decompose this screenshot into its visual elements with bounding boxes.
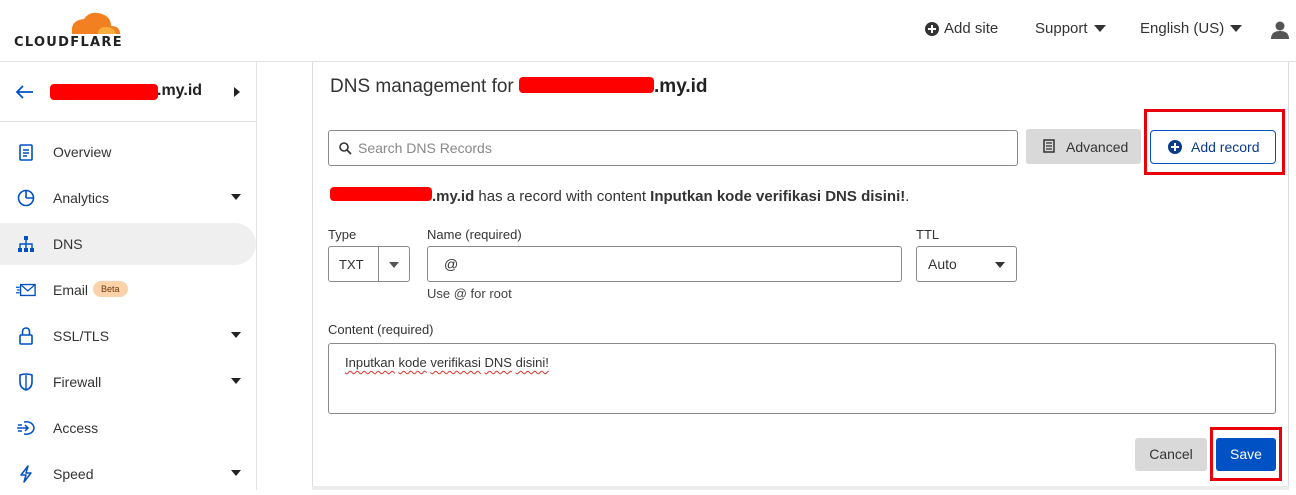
sidebar-item-label: Speed (53, 466, 94, 482)
sidebar-item-analytics[interactable]: Analytics (0, 177, 256, 219)
sidebar-item-label: Access (53, 420, 99, 436)
support-menu[interactable]: Support (1035, 20, 1106, 37)
network-icon (16, 234, 36, 254)
cloudflare-logo[interactable]: CLOUDFLARE (14, 8, 124, 52)
sidebar-item-label: Email (53, 282, 89, 298)
highlight-annotation (1144, 109, 1285, 175)
message-domain-suffix: .my.id (432, 188, 475, 205)
panel-bottom-edge (312, 486, 1289, 490)
type-label: Type (328, 227, 357, 242)
clipboard-icon (16, 142, 36, 162)
sidebar-item-overview[interactable]: Overview (0, 131, 256, 173)
redacted-domain (519, 76, 655, 94)
search-icon (339, 142, 352, 155)
logo-wordmark: CLOUDFLARE (14, 35, 123, 50)
sidebar: .my.id Overview Analytics DNS Email Beta (0, 62, 257, 490)
language-label: English (US) (1140, 20, 1225, 37)
chevron-right-icon (234, 87, 240, 97)
type-value: TXT (339, 257, 364, 272)
chevron-down-icon (231, 470, 241, 476)
name-label: Name (required) (427, 227, 522, 242)
user-icon[interactable] (1271, 21, 1289, 44)
name-field[interactable]: @ (427, 246, 902, 282)
zone-domain-suffix: .my.id (157, 82, 203, 99)
zone-selector[interactable]: .my.id (0, 62, 256, 122)
highlight-annotation (1210, 427, 1282, 481)
content-label: Content (required) (328, 322, 434, 337)
content-word: verifikasi (430, 355, 481, 370)
sidebar-item-label: Analytics (53, 190, 110, 206)
chevron-down-icon (231, 332, 241, 338)
sidebar-item-label: SSL/TLS (53, 328, 110, 344)
sidebar-item-firewall[interactable]: Firewall (0, 361, 256, 403)
add-site-label: Add site (944, 20, 999, 37)
chevron-down-icon (231, 194, 241, 200)
cloud-icon (71, 12, 120, 35)
shield-icon (16, 372, 36, 392)
sidebar-item-label: Firewall (53, 374, 102, 390)
redacted-domain (330, 187, 432, 203)
lock-icon (16, 326, 36, 346)
sidebar-item-email[interactable]: Email Beta (0, 269, 256, 311)
select-divider (378, 247, 379, 281)
sign-in-icon (16, 418, 36, 438)
sidebar-item-label: DNS (53, 236, 83, 252)
advanced-label: Advanced (1066, 138, 1129, 155)
message-middle: has a record with content (474, 188, 651, 205)
plus-circle-icon (925, 21, 939, 36)
pie-chart-icon (16, 188, 36, 208)
document-icon (1043, 139, 1055, 153)
dns-panel: DNS management for .my.id Search DNS Rec… (312, 62, 1289, 488)
cancel-button[interactable]: Cancel (1135, 438, 1207, 471)
message-content: Inputkan kode verifikasi DNS disini! (650, 188, 906, 205)
add-site-button[interactable]: Add site (925, 20, 998, 37)
content-word: kode (398, 355, 427, 370)
title-domain-suffix: .my.id (654, 76, 708, 97)
chevron-down-icon (1093, 25, 1106, 32)
sidebar-item-ssl-tls[interactable]: SSL/TLS (0, 315, 256, 357)
search-input[interactable]: Search DNS Records (328, 130, 1018, 166)
content-word: Inputkan (345, 355, 395, 370)
support-label: Support (1035, 20, 1088, 37)
chevron-down-icon (231, 378, 241, 384)
content-word: disini! (515, 355, 549, 370)
envelope-icon (16, 280, 36, 300)
lightning-icon (16, 464, 36, 484)
redacted-domain (50, 84, 158, 100)
sidebar-item-access[interactable]: Access (0, 407, 256, 449)
language-menu[interactable]: English (US) (1140, 20, 1243, 37)
ttl-label: TTL (916, 227, 940, 242)
message-end: . (905, 188, 910, 205)
sidebar-item-label: Overview (53, 144, 112, 160)
advanced-button[interactable]: Advanced (1026, 129, 1141, 164)
beta-badge: Beta (93, 281, 128, 297)
chevron-down-icon (995, 262, 1005, 268)
sidebar-item-dns[interactable]: DNS (0, 223, 256, 265)
content-field[interactable]: Inputkan kode verifikasi DNS disini! (328, 343, 1276, 414)
arrow-left-icon[interactable] (16, 85, 34, 99)
top-bar: CLOUDFLARE Add site Support English (US) (0, 0, 1296, 62)
name-hint: Use @ for root (427, 286, 512, 301)
sidebar-item-speed[interactable]: Speed (0, 453, 256, 495)
title-prefix: DNS management for (330, 76, 514, 97)
type-select[interactable]: TXT (328, 246, 410, 282)
page-title: DNS management for .my.id (330, 76, 708, 98)
chevron-down-icon (389, 262, 399, 268)
ttl-select[interactable]: Auto (916, 246, 1017, 282)
ttl-value: Auto (928, 256, 957, 272)
content-word: DNS (484, 355, 512, 370)
record-message: .my.id has a record with content Inputka… (330, 187, 909, 205)
chevron-down-icon (1230, 25, 1243, 32)
